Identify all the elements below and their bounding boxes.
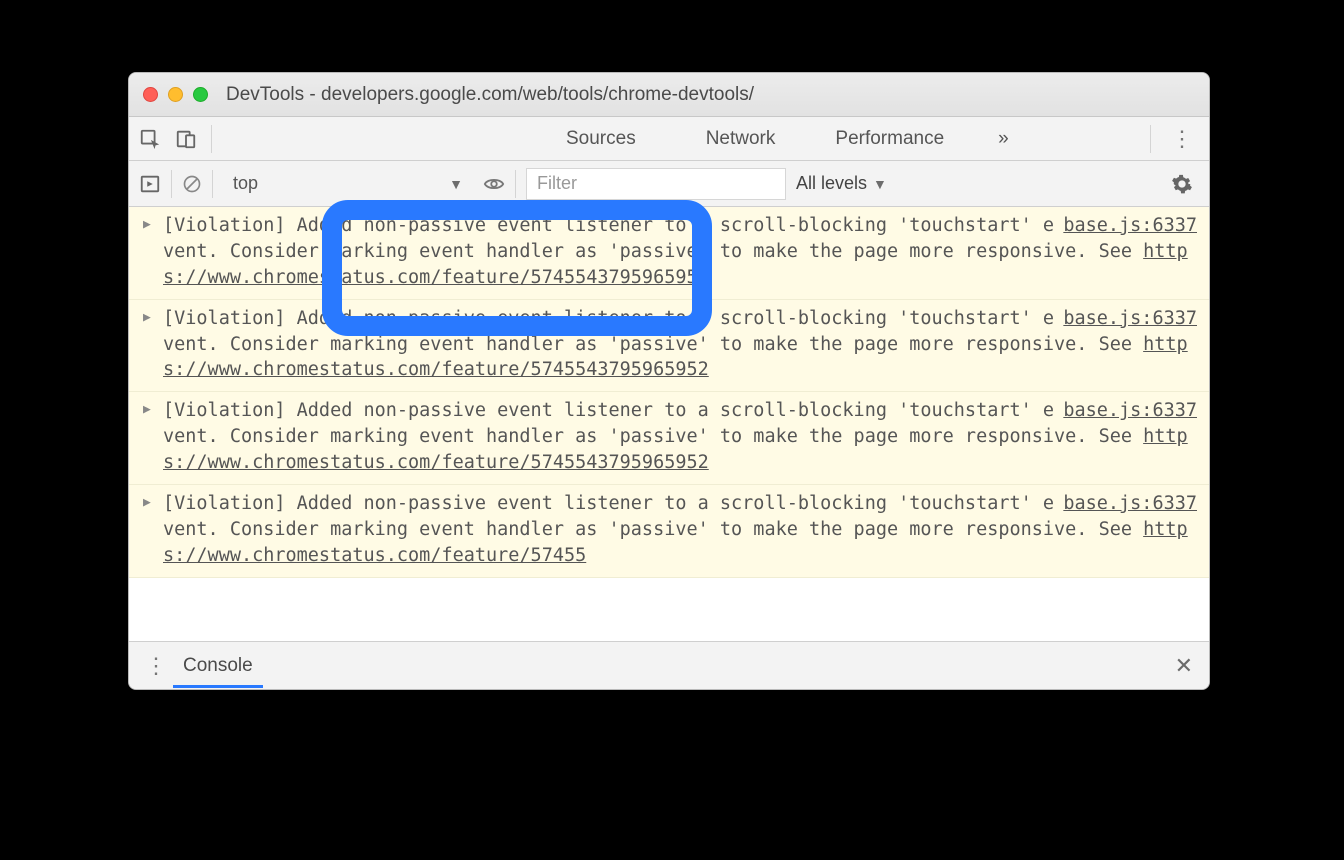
console-message: ▶ base.js:6337 [Violation] Added non-pas… (129, 300, 1209, 393)
expand-toggle-icon[interactable]: ▶ (143, 216, 151, 234)
message-text: [Violation] Added non-passive event list… (163, 308, 1143, 355)
window-title: DevTools - developers.google.com/web/too… (226, 84, 754, 106)
device-toggle-icon[interactable] (175, 128, 197, 150)
close-drawer-button[interactable]: ✕ (1169, 653, 1199, 679)
chevron-down-icon: ▼ (873, 176, 887, 192)
log-levels-selector[interactable]: All levels ▼ (796, 173, 887, 194)
context-label: top (233, 173, 258, 194)
message-source-link[interactable]: base.js:6337 (1063, 491, 1197, 517)
console-message: ▶ base.js:6337 [Violation] Added non-pas… (129, 207, 1209, 300)
execution-context-selector[interactable]: top ▼ (223, 168, 473, 200)
filter-input[interactable]: Filter (526, 168, 786, 200)
expand-toggle-icon[interactable]: ▶ (143, 494, 151, 512)
tab-network[interactable]: Network (700, 128, 782, 150)
titlebar: DevTools - developers.google.com/web/too… (129, 73, 1209, 117)
console-toolbar: top ▼ Filter All levels ▼ (129, 161, 1209, 207)
drawer-tab-console[interactable]: Console (173, 655, 263, 677)
console-messages: ▶ base.js:6337 [Violation] Added non-pas… (129, 207, 1209, 641)
message-text: [Violation] Added non-passive event list… (163, 215, 1143, 262)
console-message: ▶ base.js:6337 [Violation] Added non-pas… (129, 485, 1209, 578)
separator (212, 170, 213, 198)
inspect-element-icon[interactable] (139, 128, 161, 150)
close-window-button[interactable] (143, 87, 158, 102)
drawer-tab-label: Console (183, 655, 253, 676)
separator (515, 170, 516, 198)
separator (171, 170, 172, 198)
traffic-lights (143, 87, 208, 102)
minimize-window-button[interactable] (168, 87, 183, 102)
devtools-window: DevTools - developers.google.com/web/too… (128, 72, 1210, 690)
levels-label: All levels (796, 173, 867, 194)
tab-performance[interactable]: Performance (829, 128, 950, 150)
expand-toggle-icon[interactable]: ▶ (143, 401, 151, 419)
more-menu-button[interactable]: ⋮ (1165, 126, 1199, 152)
clear-console-icon[interactable] (182, 174, 202, 194)
message-text: [Violation] Added non-passive event list… (163, 493, 1143, 540)
message-source-link[interactable]: base.js:6337 (1063, 398, 1197, 424)
main-tabs-bar: Sources Network Performance » ⋮ (129, 117, 1209, 161)
tabs-overflow-button[interactable]: » (992, 128, 1015, 150)
message-text: [Violation] Added non-passive event list… (163, 400, 1143, 447)
live-expression-icon[interactable] (483, 173, 505, 195)
console-settings-icon[interactable] (1165, 173, 1199, 195)
separator (211, 125, 212, 153)
console-message: ▶ base.js:6337 [Violation] Added non-pas… (129, 392, 1209, 485)
drawer-menu-button[interactable]: ⋮ (139, 653, 173, 679)
expand-toggle-icon[interactable]: ▶ (143, 309, 151, 327)
message-source-link[interactable]: base.js:6337 (1063, 306, 1197, 332)
chevron-down-icon: ▼ (449, 176, 463, 192)
toggle-sidebar-icon[interactable] (139, 173, 161, 195)
active-tab-indicator (173, 685, 263, 688)
maximize-window-button[interactable] (193, 87, 208, 102)
message-source-link[interactable]: base.js:6337 (1063, 213, 1197, 239)
drawer-bar: ⋮ Console ✕ (129, 641, 1209, 689)
tab-sources[interactable]: Sources (560, 128, 642, 150)
separator (1150, 125, 1151, 153)
filter-placeholder: Filter (537, 173, 577, 194)
